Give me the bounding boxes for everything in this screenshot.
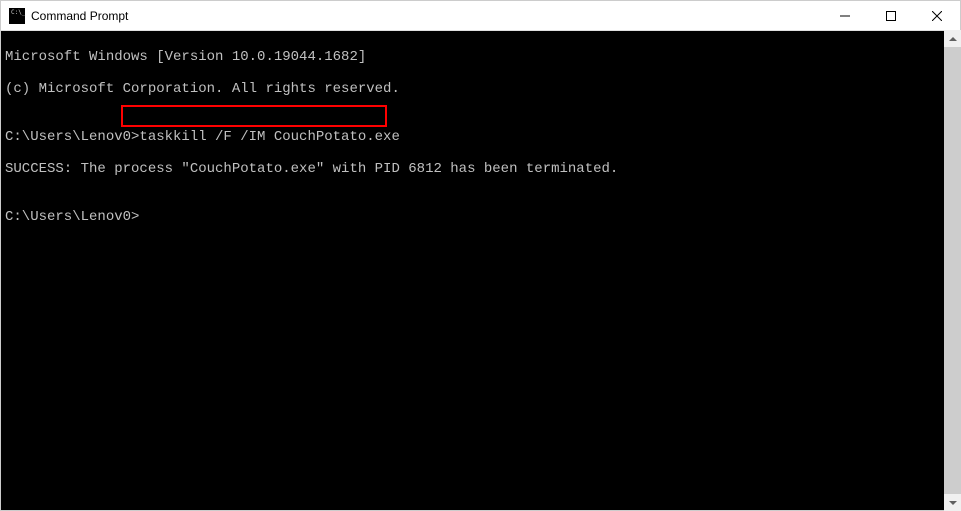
scroll-down-button[interactable]: [944, 494, 961, 511]
vertical-scrollbar[interactable]: [944, 30, 961, 511]
minimize-button[interactable]: [822, 1, 868, 30]
terminal-prompt-line: C:\Users\Lenov0>taskkill /F /IM CouchPot…: [5, 129, 956, 145]
terminal-output-line: (c) Microsoft Corporation. All rights re…: [5, 81, 956, 97]
prompt-prefix: C:\Users\Lenov0>: [5, 209, 139, 225]
titlebar[interactable]: Command Prompt: [1, 1, 960, 31]
chevron-down-icon: [949, 501, 957, 505]
terminal-output-line: Microsoft Windows [Version 10.0.19044.16…: [5, 49, 956, 65]
window-controls: [822, 1, 960, 30]
close-button[interactable]: [914, 1, 960, 30]
command-prompt-window: Command Prompt Microsoft Windows [Versio…: [0, 0, 961, 511]
scrollbar-thumb[interactable]: [944, 47, 961, 494]
prompt-prefix: C:\Users\Lenov0>: [5, 129, 139, 145]
terminal-output-line: SUCCESS: The process "CouchPotato.exe" w…: [5, 161, 956, 177]
maximize-button[interactable]: [868, 1, 914, 30]
cmd-icon: [9, 8, 25, 24]
minimize-icon: [840, 11, 850, 21]
chevron-up-icon: [949, 37, 957, 41]
highlight-annotation: [121, 105, 387, 127]
scroll-up-button[interactable]: [944, 30, 961, 47]
close-icon: [932, 11, 942, 21]
terminal-prompt-line: C:\Users\Lenov0>: [5, 209, 956, 225]
scrollbar-track[interactable]: [944, 47, 961, 494]
maximize-icon: [886, 11, 896, 21]
window-title: Command Prompt: [31, 9, 822, 23]
terminal-area[interactable]: Microsoft Windows [Version 10.0.19044.16…: [1, 31, 960, 510]
prompt-command: taskkill /F /IM CouchPotato.exe: [139, 129, 399, 145]
